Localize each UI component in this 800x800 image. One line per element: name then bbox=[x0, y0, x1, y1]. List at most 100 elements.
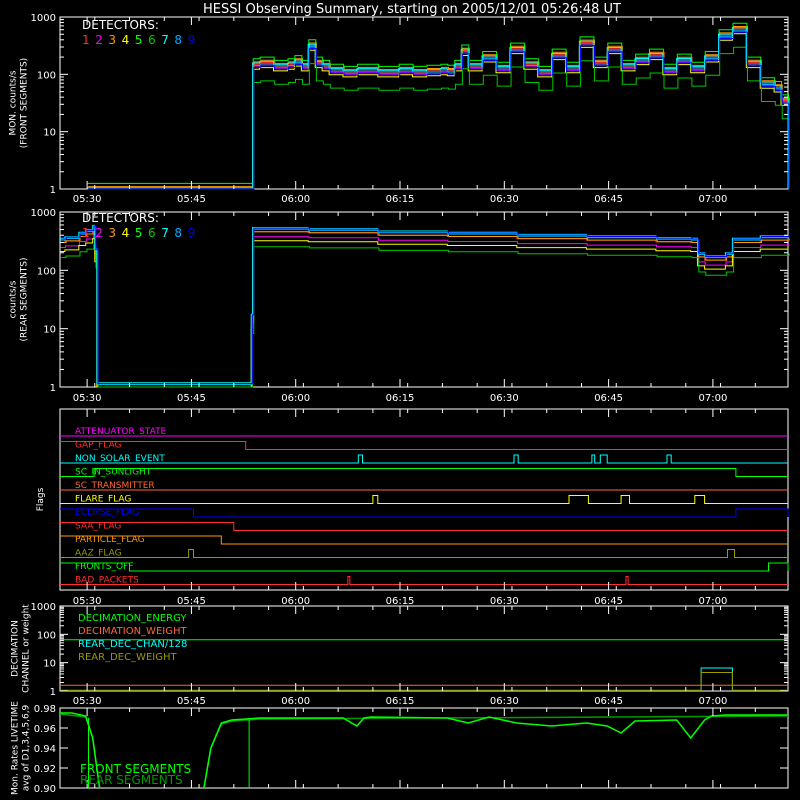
flag-label-saa-flag: SAA_FLAG bbox=[75, 522, 121, 532]
y-tick-label: 1 bbox=[50, 383, 56, 394]
y-tick-label: 0.98 bbox=[34, 704, 56, 715]
legend-title: DETECTORS: bbox=[82, 211, 159, 225]
legend-detector-7: 7 bbox=[161, 33, 169, 47]
legend-detector-2: 2 bbox=[95, 33, 103, 47]
y-axis-label-line: CHANNEL or weight bbox=[22, 604, 32, 693]
x-tick-label: 07:00 bbox=[698, 596, 727, 607]
flags-y-axis-label: Flags bbox=[36, 487, 46, 511]
rear-rate-line-detector-9 bbox=[61, 225, 790, 384]
rear-rate-line-detector-6 bbox=[61, 244, 790, 388]
rear-rate-line-detector-7 bbox=[60, 224, 789, 384]
y-tick-label: 1 bbox=[50, 185, 56, 196]
x-tick-label: 05:30 bbox=[73, 596, 102, 607]
x-tick-label: 06:00 bbox=[281, 696, 310, 707]
y-tick-label: 1000 bbox=[31, 13, 56, 24]
rear-rate-line-detector-3 bbox=[61, 229, 790, 388]
x-tick-label: 06:15 bbox=[386, 393, 415, 404]
y-tick-label: 0.94 bbox=[34, 744, 56, 755]
decimation-line-rear-dec-weight bbox=[60, 672, 788, 691]
front-rate-line-detector-2 bbox=[87, 31, 790, 190]
panels-layer: 1 10 100 1000 05:30 05:45 06:00 06:15 06:30 06:45… bbox=[9, 13, 790, 795]
y-tick-label: 100 bbox=[37, 266, 56, 277]
x-tick-label: 05:30 bbox=[73, 194, 102, 205]
plot-frame bbox=[59, 16, 789, 190]
legend-detector-2: 2 bbox=[95, 226, 103, 240]
figure-title: HESSI Observing Summary, starting on 200… bbox=[203, 2, 621, 17]
legend-detector-5: 5 bbox=[135, 226, 143, 240]
flag-label-aaz-flag: AAZ_FLAG bbox=[75, 549, 122, 559]
y-tick-label: 10 bbox=[43, 659, 56, 670]
y-tick-label: 1000 bbox=[31, 208, 56, 219]
y-axis-label-line: (REAR SEGMENTS) bbox=[20, 257, 30, 341]
observing-summary-figure: HESSI Observing Summary, starting on 200… bbox=[9, 2, 790, 795]
x-tick-label: 06:45 bbox=[594, 696, 623, 707]
y-axis-label-line: counts/s bbox=[9, 280, 19, 318]
flag-line-gap-flag bbox=[60, 441, 788, 450]
y-tick-label: 0.92 bbox=[34, 764, 56, 775]
flag-line-fronts-off bbox=[60, 562, 789, 572]
legend-detector-9: 9 bbox=[188, 226, 196, 240]
flag-label-gap-flag: GAP_FLAG bbox=[75, 441, 121, 451]
front-rate-line-detector-9 bbox=[88, 31, 790, 190]
legend-detector-6: 6 bbox=[148, 226, 156, 240]
x-tick-label: 05:30 bbox=[73, 696, 102, 707]
x-tick-label: 06:30 bbox=[490, 393, 519, 404]
y-tick-label: 1 bbox=[50, 687, 56, 698]
legend-detector-7: 7 bbox=[161, 226, 169, 240]
y-axis-label-line: avg of D1,3,4,5,6,9 bbox=[22, 704, 32, 791]
decimation-legend-rear-dec-weight: REAR_DEC_WEIGHT bbox=[78, 652, 177, 663]
y-tick-label: 100 bbox=[37, 70, 56, 81]
legend-detector-3: 3 bbox=[108, 33, 116, 47]
legend-detector-9: 9 bbox=[188, 33, 196, 47]
front-y-axis-label: MON. counts/s (FRONT SEGMENTS) bbox=[9, 58, 30, 148]
flag-label-bad-packets: BAD_PACKETS bbox=[75, 576, 139, 586]
y-tick-label: 1000 bbox=[31, 602, 56, 613]
legend-detector-6: 6 bbox=[148, 33, 156, 47]
x-tick-label: 06:30 bbox=[490, 194, 519, 205]
rear-rate-line-detector-1 bbox=[60, 229, 789, 388]
legend-detector-5: 5 bbox=[135, 33, 143, 47]
x-tick-label: 07:00 bbox=[698, 393, 727, 404]
x-tick-label: 05:45 bbox=[177, 596, 206, 607]
legend-title: DETECTORS: bbox=[82, 18, 159, 32]
x-tick-label: 06:45 bbox=[594, 596, 623, 607]
flag-line-particle-flag bbox=[60, 535, 788, 545]
decimation-line-rear-dec-chan-128 bbox=[60, 667, 788, 691]
x-tick-label: 05:45 bbox=[177, 393, 206, 404]
x-tick-label: 06:30 bbox=[490, 696, 519, 707]
x-tick-label: 05:30 bbox=[73, 393, 102, 404]
flag-label-eclipse-flag: ECLIPSE_FLAG bbox=[75, 508, 139, 518]
y-axis-label-line: Flags bbox=[36, 487, 46, 511]
decimation-legend-decimation-weight: DECIMATION_WEIGHT bbox=[78, 626, 187, 637]
front-rate-line-detector-5 bbox=[87, 22, 790, 184]
flag-label-flare-flag: FLARE_FLAG bbox=[75, 495, 131, 505]
legend-detector-1: 1 bbox=[82, 33, 90, 47]
front-rate-line-detector-3 bbox=[88, 26, 790, 188]
y-axis-label-line: DECIMATION bbox=[11, 620, 21, 677]
x-tick-label: 06:45 bbox=[594, 194, 623, 205]
decimation-y-axis-label: DECIMATION CHANNEL or weight bbox=[11, 604, 32, 693]
legend-detector-8: 8 bbox=[174, 226, 182, 240]
flag-label-particle-flag: PARTICLE_FLAG bbox=[75, 535, 145, 545]
flag-line-non-solar-event bbox=[60, 454, 788, 464]
legend-detector-4: 4 bbox=[122, 226, 130, 240]
flag-line-saa-flag bbox=[60, 522, 788, 531]
front-rate-line-detector-1 bbox=[87, 28, 789, 190]
x-tick-label: 06:15 bbox=[386, 596, 415, 607]
x-tick-label: 06:00 bbox=[281, 393, 310, 404]
y-axis-label-line: (FRONT SEGMENTS) bbox=[20, 58, 30, 148]
flag-label-fronts-off: FRONTS_OFF bbox=[75, 562, 133, 572]
livetime-y-axis-label: Mon. Rates LIVETIME avg of D1,3,4,5,6,9 bbox=[11, 701, 32, 795]
legend-detector-4: 4 bbox=[122, 33, 130, 47]
x-tick-label: 06:45 bbox=[594, 393, 623, 404]
legend-detector-3: 3 bbox=[108, 226, 116, 240]
flag-line-eclipse-flag bbox=[60, 508, 789, 518]
flag-line-aaz-flag bbox=[60, 549, 788, 558]
x-tick-label: 07:00 bbox=[698, 194, 727, 205]
y-tick-label: 100 bbox=[37, 630, 56, 641]
y-tick-label: 0.96 bbox=[34, 724, 56, 735]
x-tick-label: 06:30 bbox=[490, 596, 519, 607]
livetime-legend-rear-segments: REAR SEGMENTS bbox=[80, 773, 183, 787]
flag-line-sc-in-sunlight bbox=[60, 468, 788, 477]
x-tick-label: 06:15 bbox=[386, 696, 415, 707]
